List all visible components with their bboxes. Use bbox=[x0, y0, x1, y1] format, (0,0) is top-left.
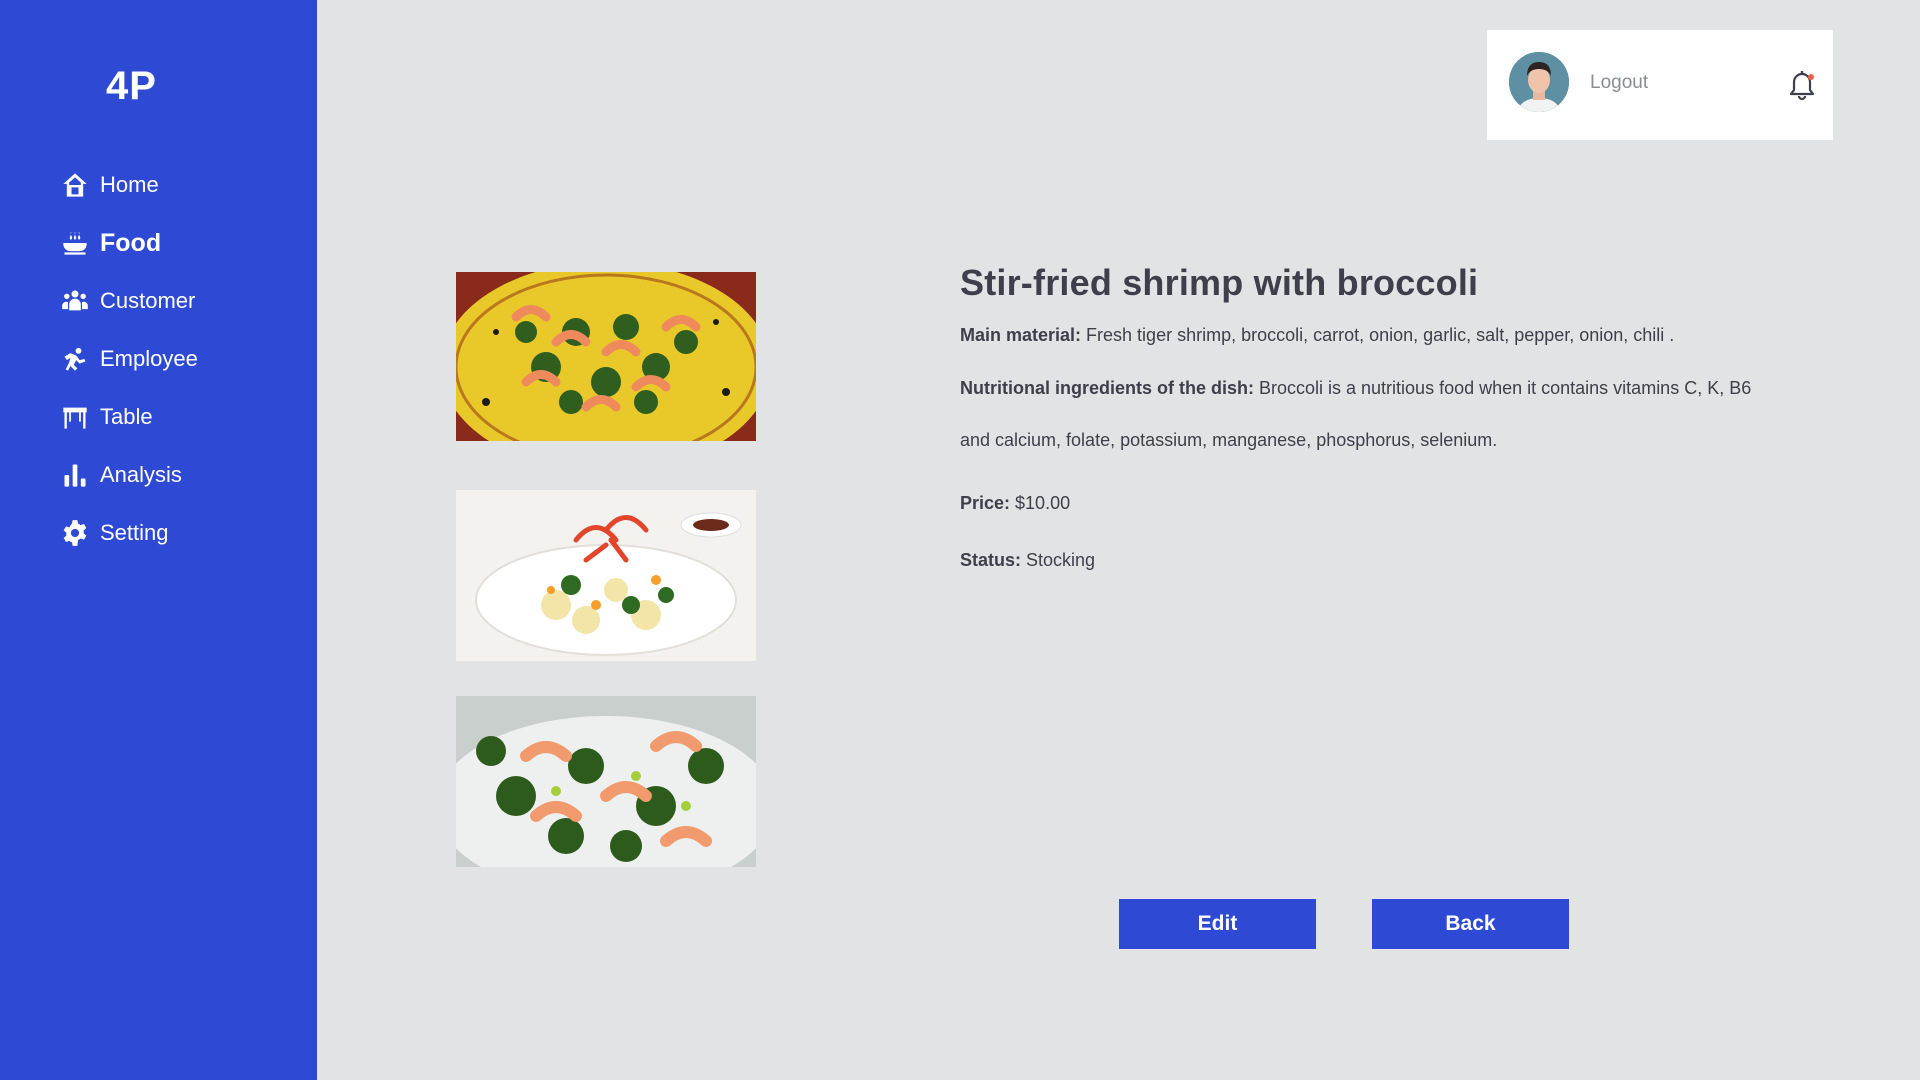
status-row: Status: Stocking bbox=[960, 545, 1780, 575]
sidebar-nav: Home Food Customer Employee Table Analys… bbox=[60, 165, 198, 571]
dish-details: Stir-fried shrimp with broccoli Main mat… bbox=[960, 262, 1780, 575]
main-material-value: Fresh tiger shrimp, broccoli, carrot, on… bbox=[1081, 325, 1675, 345]
price-row: Price: $10.00 bbox=[960, 488, 1780, 518]
sidebar-item-label: Table bbox=[100, 404, 153, 429]
back-button[interactable]: Back bbox=[1372, 899, 1569, 949]
sidebar-item-label: Employee bbox=[100, 346, 198, 371]
customer-group-icon bbox=[60, 286, 90, 316]
sidebar-item-analysis[interactable]: Analysis bbox=[60, 455, 198, 495]
sidebar-item-label: Home bbox=[100, 172, 159, 197]
nutrition-row: Nutritional ingredients of the dish: Bro… bbox=[960, 362, 1780, 466]
sidebar-item-label: Analysis bbox=[100, 462, 182, 487]
status-value: Stocking bbox=[1021, 550, 1096, 570]
sidebar-item-employee[interactable]: Employee bbox=[60, 339, 198, 379]
sidebar-item-food[interactable]: Food bbox=[60, 223, 198, 263]
bar-chart-icon bbox=[60, 460, 90, 490]
sidebar-item-customer[interactable]: Customer bbox=[60, 281, 198, 321]
price-label: Price: bbox=[960, 493, 1011, 513]
dish-title: Stir-fried shrimp with broccoli bbox=[960, 262, 1479, 303]
home-icon bbox=[60, 170, 90, 200]
sidebar-item-label: Food bbox=[100, 228, 162, 257]
gear-icon bbox=[60, 518, 90, 548]
sidebar: 4P Home Food Customer Employee Table Ana… bbox=[0, 0, 317, 1080]
food-image-2[interactable] bbox=[456, 490, 756, 661]
sidebar-item-home[interactable]: Home bbox=[60, 165, 198, 205]
sidebar-item-label: Customer bbox=[100, 288, 196, 313]
main-material-label: Main material: bbox=[960, 325, 1082, 345]
sidebar-item-table[interactable]: Table bbox=[60, 397, 198, 437]
bell-icon[interactable] bbox=[1787, 70, 1817, 102]
table-icon bbox=[60, 402, 90, 432]
avatar[interactable] bbox=[1509, 52, 1569, 112]
nutrition-label: Nutritional ingredients of the dish: bbox=[960, 378, 1254, 398]
employee-icon bbox=[60, 344, 90, 374]
user-panel: Logout bbox=[1487, 30, 1833, 140]
edit-button[interactable]: Edit bbox=[1119, 899, 1316, 949]
logout-link[interactable]: Logout bbox=[1590, 72, 1648, 94]
main-material-row: Main material: Fresh tiger shrimp, brocc… bbox=[960, 320, 1780, 350]
sidebar-item-label: Setting bbox=[100, 520, 169, 545]
food-bowl-icon bbox=[60, 228, 90, 258]
price-value: $10.00 bbox=[1010, 493, 1071, 513]
food-image-3[interactable] bbox=[456, 696, 756, 867]
status-label: Status: bbox=[960, 550, 1022, 570]
app-logo[interactable]: 4P bbox=[106, 64, 157, 109]
sidebar-item-setting[interactable]: Setting bbox=[60, 513, 198, 553]
food-image-1[interactable] bbox=[456, 272, 756, 441]
